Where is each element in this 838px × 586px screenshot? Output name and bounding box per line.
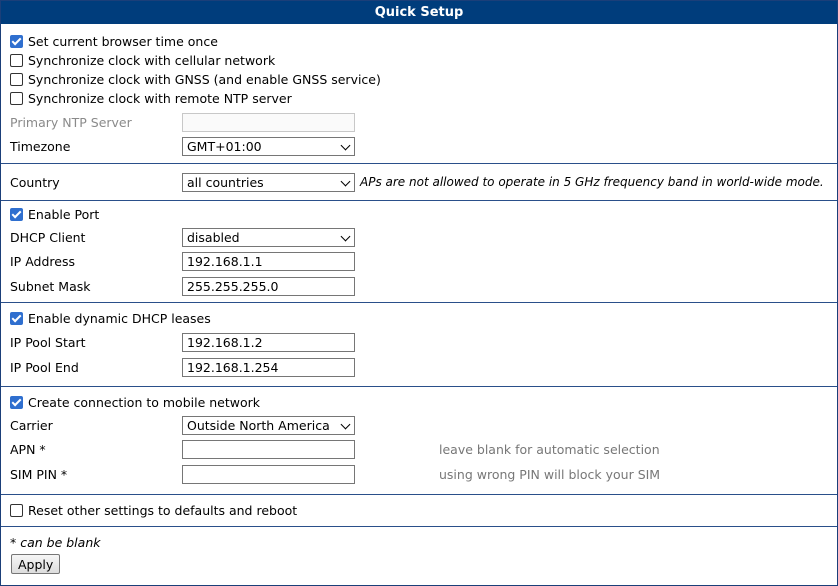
reset-section: Reset other settings to defaults and reb…	[1, 495, 837, 527]
country-select[interactable]: all countries	[182, 172, 355, 192]
enable-port-checkbox[interactable]: Enable Port	[10, 207, 99, 222]
subnet-mask-label: Subnet Mask	[10, 278, 91, 294]
checkbox-unchecked-icon	[10, 503, 23, 517]
sim-pin-input[interactable]	[182, 464, 355, 484]
apn-input[interactable]	[182, 439, 355, 459]
checkbox-checked-icon	[10, 395, 23, 409]
reset-checkbox[interactable]: Reset other settings to defaults and reb…	[10, 503, 297, 518]
sim-pin-label: SIM PIN *	[10, 466, 68, 482]
ntp-sync-label: Synchronize clock with remote NTP server	[28, 90, 292, 106]
pool-end-input[interactable]: 192.168.1.254	[182, 357, 355, 377]
checkbox-unchecked-icon	[10, 91, 23, 105]
timezone-label: Timezone	[10, 138, 71, 154]
browser-time-checkbox[interactable]: Set current browser time once	[10, 34, 218, 49]
checkbox-checked-icon	[10, 311, 23, 325]
timezone-value: GMT+01:00	[187, 138, 262, 154]
blank-note: * can be blank	[10, 534, 101, 550]
panel-title: Quick Setup	[1, 1, 837, 24]
ntp-sync-checkbox[interactable]: Synchronize clock with remote NTP server	[10, 91, 292, 106]
dhcp-client-label: DHCP Client	[10, 229, 86, 245]
time-section: Set current browser time once Synchroniz…	[1, 24, 837, 164]
dhcp-client-value: disabled	[187, 229, 240, 245]
reset-label: Reset other settings to defaults and reb…	[28, 502, 298, 518]
ip-address-input[interactable]: 192.168.1.1	[182, 251, 355, 271]
dhcp-leases-checkbox[interactable]: Enable dynamic DHCP leases	[10, 311, 211, 326]
quick-setup-panel: Quick Setup Set current browser time onc…	[0, 0, 838, 586]
dhcp-section: Enable dynamic DHCP leases IP Pool Start…	[1, 303, 837, 387]
checkbox-unchecked-icon	[10, 53, 23, 67]
browser-time-label: Set current browser time once	[28, 33, 218, 49]
ip-address-label: IP Address	[10, 253, 75, 269]
sim-pin-hint: using wrong PIN will block your SIM	[439, 466, 661, 482]
apn-hint: leave blank for automatic selection	[439, 441, 660, 457]
enable-port-label: Enable Port	[28, 206, 100, 222]
carrier-label: Carrier	[10, 417, 53, 433]
pool-end-label: IP Pool End	[10, 359, 79, 375]
cellular-sync-label: Synchronize clock with cellular network	[28, 52, 276, 68]
apn-label: APN *	[10, 441, 46, 457]
dhcp-client-select[interactable]: disabled	[182, 227, 355, 247]
subnet-mask-input[interactable]: 255.255.255.0	[182, 276, 355, 296]
chevron-down-icon	[340, 140, 351, 150]
gnss-sync-label: Synchronize clock with GNSS (and enable …	[28, 71, 381, 87]
pool-start-input[interactable]: 192.168.1.2	[182, 332, 355, 352]
chevron-down-icon	[340, 231, 351, 241]
timezone-select[interactable]: GMT+01:00	[182, 136, 355, 156]
gnss-sync-checkbox[interactable]: Synchronize clock with GNSS (and enable …	[10, 72, 381, 87]
footer-section: * can be blank Apply	[1, 527, 837, 585]
carrier-select[interactable]: Outside North America	[182, 415, 355, 435]
apply-button[interactable]: Apply	[11, 554, 61, 574]
checkbox-unchecked-icon	[10, 72, 23, 86]
lan-section: Enable Port DHCP Client disabled IP Addr…	[1, 201, 837, 303]
chevron-down-icon	[340, 176, 351, 186]
mobile-section: Create connection to mobile network Carr…	[1, 387, 837, 495]
carrier-value: Outside North America	[187, 417, 330, 433]
ntp-server-input[interactable]	[182, 112, 355, 132]
ntp-server-label: Primary NTP Server	[10, 114, 132, 130]
country-section: Country all countries APs are not allowe…	[1, 164, 837, 201]
chevron-down-icon	[340, 419, 351, 429]
checkbox-checked-icon	[10, 34, 23, 48]
dhcp-leases-label: Enable dynamic DHCP leases	[28, 310, 211, 326]
country-label: Country	[10, 174, 60, 190]
mobile-connection-label: Create connection to mobile network	[28, 394, 261, 410]
pool-start-label: IP Pool Start	[10, 334, 86, 350]
country-value: all countries	[187, 174, 264, 190]
country-note: APs are not allowed to operate in 5 GHz …	[360, 175, 824, 189]
mobile-connection-checkbox[interactable]: Create connection to mobile network	[10, 395, 260, 410]
checkbox-checked-icon	[10, 207, 23, 221]
cellular-sync-checkbox[interactable]: Synchronize clock with cellular network	[10, 53, 275, 68]
